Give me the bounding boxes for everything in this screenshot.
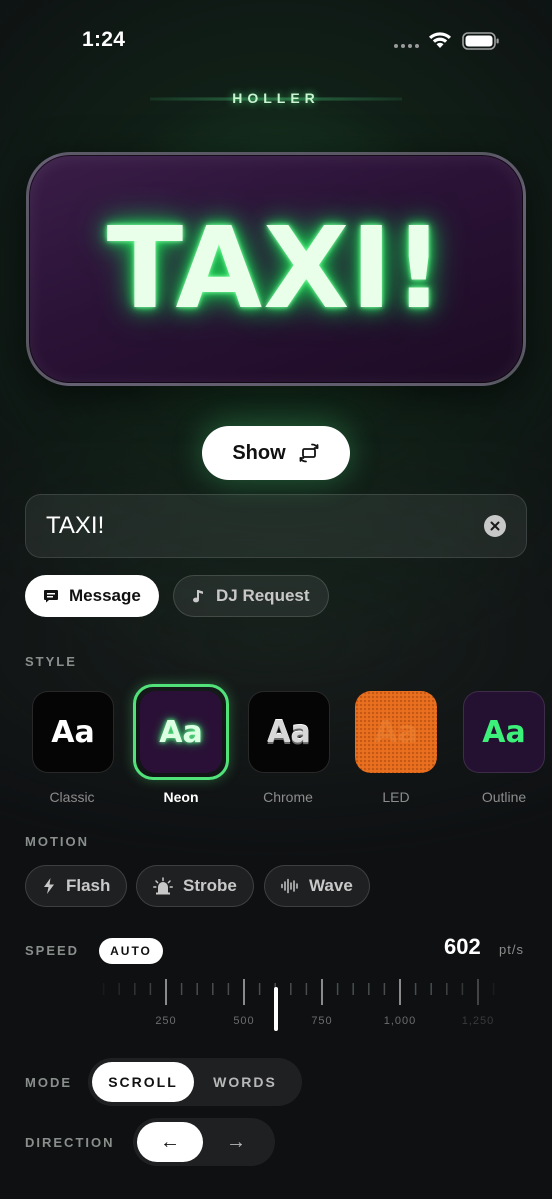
style-option-outline[interactable]: Aa xyxy=(463,691,545,773)
show-button-label: Show xyxy=(232,441,286,464)
style-option-chrome[interactable]: Aa xyxy=(248,691,330,773)
close-icon xyxy=(490,521,500,531)
motion-option-wave[interactable]: Wave xyxy=(264,865,370,907)
style-sample: Aa xyxy=(374,714,418,750)
mode-option-scroll[interactable]: SCROLL xyxy=(92,1062,194,1102)
mode-section-label: MODE xyxy=(25,1075,72,1090)
direction-left-button[interactable]: ← xyxy=(137,1122,203,1162)
style-label-chrome: Chrome xyxy=(263,789,313,805)
motion-option-strobe[interactable]: Strobe xyxy=(136,865,254,907)
speed-scale-label: 500 xyxy=(233,1015,255,1027)
motion-label: Strobe xyxy=(183,876,237,895)
tab-dj-request-label: DJ Request xyxy=(216,586,310,605)
speed-scale-label: 1,250 xyxy=(461,1015,495,1027)
mode-option-words[interactable]: WORDS xyxy=(194,1062,296,1102)
style-label-neon: Neon xyxy=(163,789,199,805)
show-button[interactable]: Show xyxy=(202,426,350,480)
message-input[interactable]: TAXI! xyxy=(25,494,527,558)
message-input-value[interactable]: TAXI! xyxy=(46,512,484,540)
chat-bubble-icon xyxy=(44,590,58,603)
direction-segmented-control: ← → xyxy=(133,1118,275,1166)
motion-label: Wave xyxy=(309,876,353,895)
waveform-icon xyxy=(281,878,298,894)
speed-scale-label: 1,000 xyxy=(383,1015,417,1027)
speed-unit: pt/s xyxy=(499,942,524,957)
direction-right-button[interactable]: → xyxy=(203,1122,269,1162)
app-brand: HOLLER xyxy=(232,90,320,106)
direction-section-label: DIRECTION xyxy=(25,1135,115,1150)
style-label-led: LED xyxy=(382,789,410,805)
preview-text: TAXI! xyxy=(106,204,446,334)
speed-section-label: SPEED xyxy=(25,943,80,958)
speed-slider-handle[interactable] xyxy=(274,987,278,1031)
style-option-led[interactable]: Aa xyxy=(355,691,437,773)
sign-preview[interactable]: TAXI! xyxy=(26,152,526,386)
style-sample: Aa xyxy=(482,714,526,750)
tab-dj-request[interactable]: DJ Request xyxy=(173,575,329,617)
style-label-classic: Classic xyxy=(49,789,95,805)
style-option-classic[interactable]: Aa xyxy=(32,691,114,773)
style-sample: Aa xyxy=(51,714,95,750)
style-section-label: STYLE xyxy=(25,654,77,669)
tab-message-label: Message xyxy=(69,586,141,605)
siren-icon xyxy=(153,877,173,895)
battery-icon xyxy=(462,32,499,50)
speed-scale-ticks xyxy=(102,979,495,1005)
speed-scale-label: 750 xyxy=(311,1015,333,1027)
signal-dots-icon xyxy=(394,44,419,48)
style-sample: Aa xyxy=(159,714,203,750)
motion-section-label: MOTION xyxy=(25,834,89,849)
speed-scale-label: 250 xyxy=(155,1015,177,1027)
wifi-icon xyxy=(429,32,451,48)
tab-message[interactable]: Message xyxy=(25,575,159,617)
style-sample: Aa xyxy=(267,714,311,750)
mode-segmented-control: SCROLL WORDS xyxy=(88,1058,302,1106)
style-label-outline: Outline xyxy=(481,789,527,805)
rotate-fullscreen-icon xyxy=(299,443,319,463)
style-option-neon[interactable]: Aa xyxy=(140,691,222,773)
motion-label: Flash xyxy=(66,876,111,895)
music-note-icon xyxy=(193,590,203,603)
speed-auto-toggle[interactable]: AUTO xyxy=(99,938,163,964)
speed-value: 602 xyxy=(444,934,481,959)
status-time: 1:24 xyxy=(82,28,126,51)
motion-option-flash[interactable]: Flash xyxy=(25,865,128,907)
clear-input-button[interactable] xyxy=(484,515,506,537)
bolt-icon xyxy=(44,878,54,894)
